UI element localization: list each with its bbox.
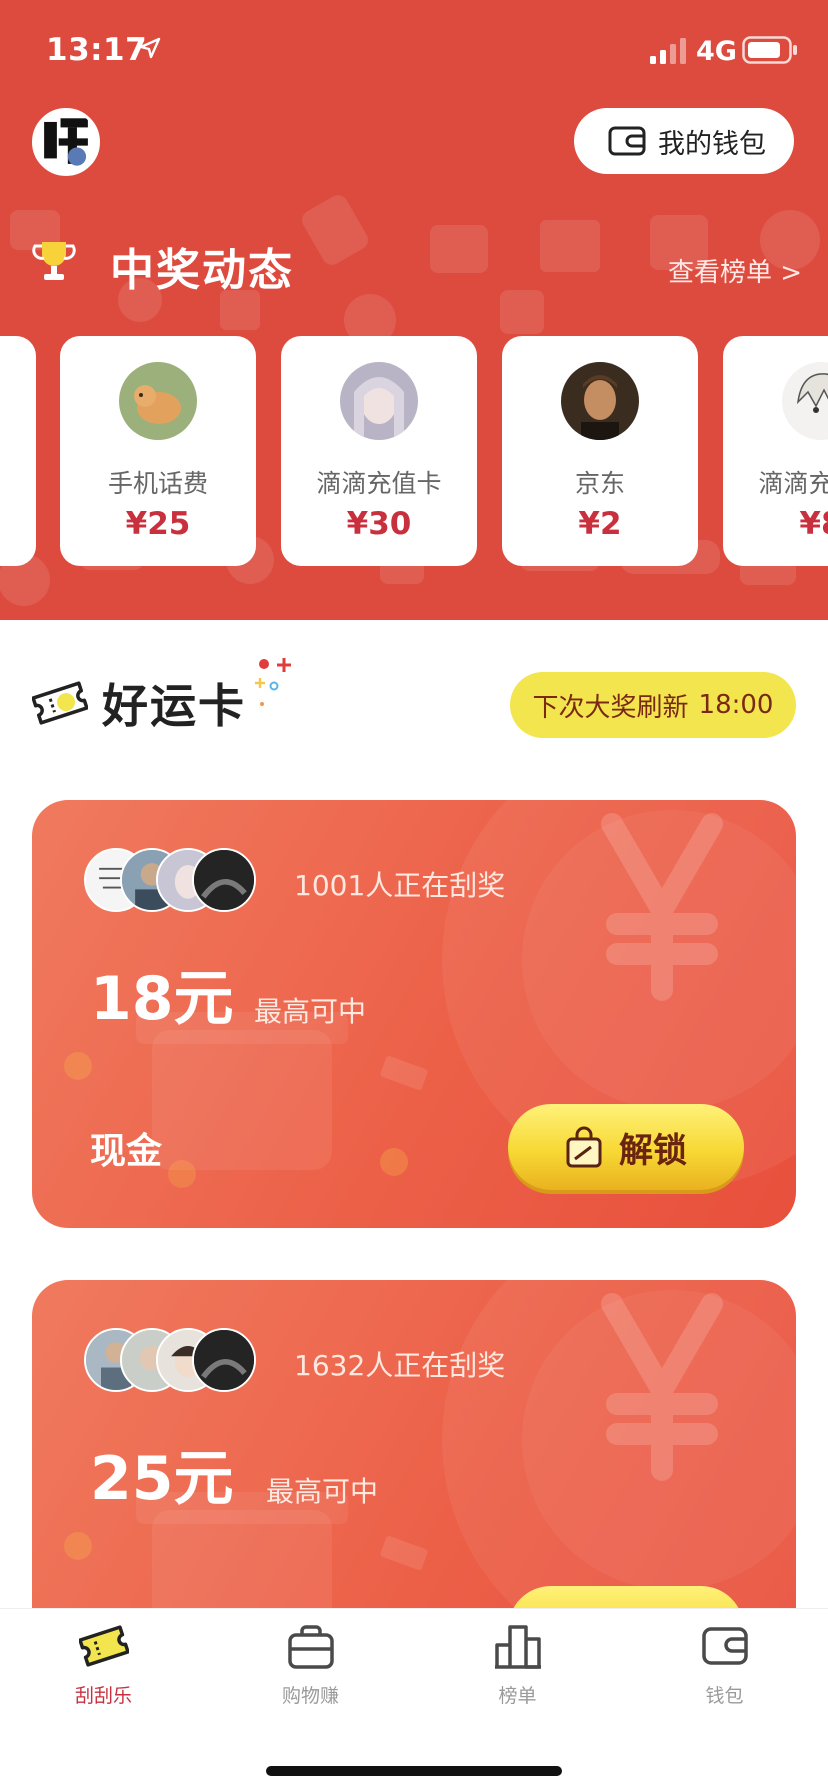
next-refresh-badge: 下次大奖刷新 18:00 (510, 672, 796, 738)
winner-prize-amount: ¥8 (799, 506, 828, 542)
location-arrow-icon (139, 37, 161, 59)
winner-prize-name: 滴滴充值卡 (758, 469, 828, 498)
avatar-image (35, 111, 97, 173)
player-avatar (192, 848, 256, 912)
status-bar: 13:17 4G (0, 0, 828, 100)
my-wallet-label: 我的钱包 (658, 128, 766, 160)
lucky-card-header: 好运卡 下次大奖刷新 18:00 (32, 658, 796, 740)
home-indicator (266, 1766, 562, 1776)
winner-card[interactable]: 京东 ¥2 (502, 336, 698, 566)
status-time: 13:17 (46, 32, 148, 68)
winner-card[interactable] (0, 336, 36, 566)
app-screen: 13:17 4G 我的钱包 中奖动态 查看榜单 > 手机话费 ¥25 滴滴充值卡… (0, 0, 828, 1792)
next-refresh-time: 18:00 (698, 690, 774, 720)
max-prize-amount: 25元 (90, 1444, 234, 1514)
shopping-bag-icon (288, 1625, 334, 1669)
lucky-card-title: 好运卡 (102, 679, 246, 733)
winner-card[interactable]: 手机话费 ¥25 (60, 336, 256, 566)
winner-avatar (782, 362, 828, 440)
winners-title: 中奖动态 (110, 245, 294, 296)
winner-avatar (340, 362, 418, 440)
network-type: 4G (696, 36, 737, 67)
player-avatars (84, 848, 256, 914)
winner-prize-name: 滴滴充值卡 (316, 469, 442, 498)
signal-icon (650, 38, 686, 64)
players-count: 1632人正在刮奖 (294, 1349, 506, 1382)
hero-header: 13:17 4G 我的钱包 中奖动态 查看榜单 > 手机话费 ¥25 滴滴充值卡… (0, 0, 828, 620)
my-wallet-button[interactable]: 我的钱包 (574, 108, 794, 174)
player-avatar (192, 1328, 256, 1392)
wallet-icon (608, 126, 646, 156)
max-prize-label: 最高可中 (266, 1475, 379, 1508)
winner-avatar (561, 362, 639, 440)
sparkle-icon (255, 658, 291, 706)
winner-prize-name: 京东 (574, 469, 625, 498)
winner-avatar (119, 362, 197, 440)
winners-header: 中奖动态 查看榜单 > (32, 232, 802, 296)
tab-label: 钱包 (705, 1685, 744, 1707)
winner-prize-amount: ¥2 (578, 506, 622, 542)
ranking-icon (495, 1625, 541, 1669)
winner-card[interactable]: 滴滴充值卡 ¥30 (281, 336, 477, 566)
unlock-button[interactable]: 解锁 (508, 1104, 744, 1190)
shopping-bag-icon (566, 1126, 602, 1168)
max-prize-label: 最高可中 (254, 995, 367, 1028)
winners-carousel[interactable]: 手机话费 ¥25 滴滴充值卡 ¥30 京东 ¥2 滴滴充 ¥ (0, 336, 828, 566)
tab-wallet[interactable]: 钱包 (621, 1609, 828, 1719)
tab-scratch[interactable]: 刮刮乐 (0, 1609, 207, 1719)
user-avatar[interactable] (32, 108, 100, 176)
lucky-card[interactable]: 1001人正在刮奖 18元 最高可中 现金 解锁 (32, 800, 796, 1228)
winner-prize-name: 手机话费 (107, 469, 208, 498)
tab-label: 刮刮乐 (74, 1685, 132, 1707)
max-prize-amount: 18元 (90, 964, 234, 1034)
tab-label: 榜单 (498, 1685, 537, 1707)
wallet-icon (702, 1627, 748, 1665)
bottom-tab-bar: 刮刮乐 购物赚 榜单 钱包 (0, 1608, 828, 1792)
prize-type: 现金 (90, 1131, 163, 1172)
battery-icon (742, 36, 797, 64)
ticket-icon (32, 681, 88, 725)
tab-shopping[interactable]: 购物赚 (207, 1609, 414, 1719)
tab-ranking[interactable]: 榜单 (414, 1609, 621, 1719)
view-ranking-link[interactable]: 查看榜单 > (668, 252, 802, 289)
unlock-label: 解锁 (619, 1130, 687, 1171)
winner-prize-amount: ¥25 (125, 506, 191, 542)
trophy-icon (32, 242, 76, 280)
winner-card[interactable]: 滴滴充值卡 ¥8 (723, 336, 828, 566)
players-count: 1001人正在刮奖 (294, 869, 506, 902)
winner-prize-amount: ¥30 (346, 506, 412, 542)
player-avatars (84, 1328, 256, 1394)
next-refresh-label: 下次大奖刷新 (532, 692, 689, 723)
tab-label: 购物赚 (281, 1685, 339, 1707)
ticket-icon (79, 1625, 129, 1667)
